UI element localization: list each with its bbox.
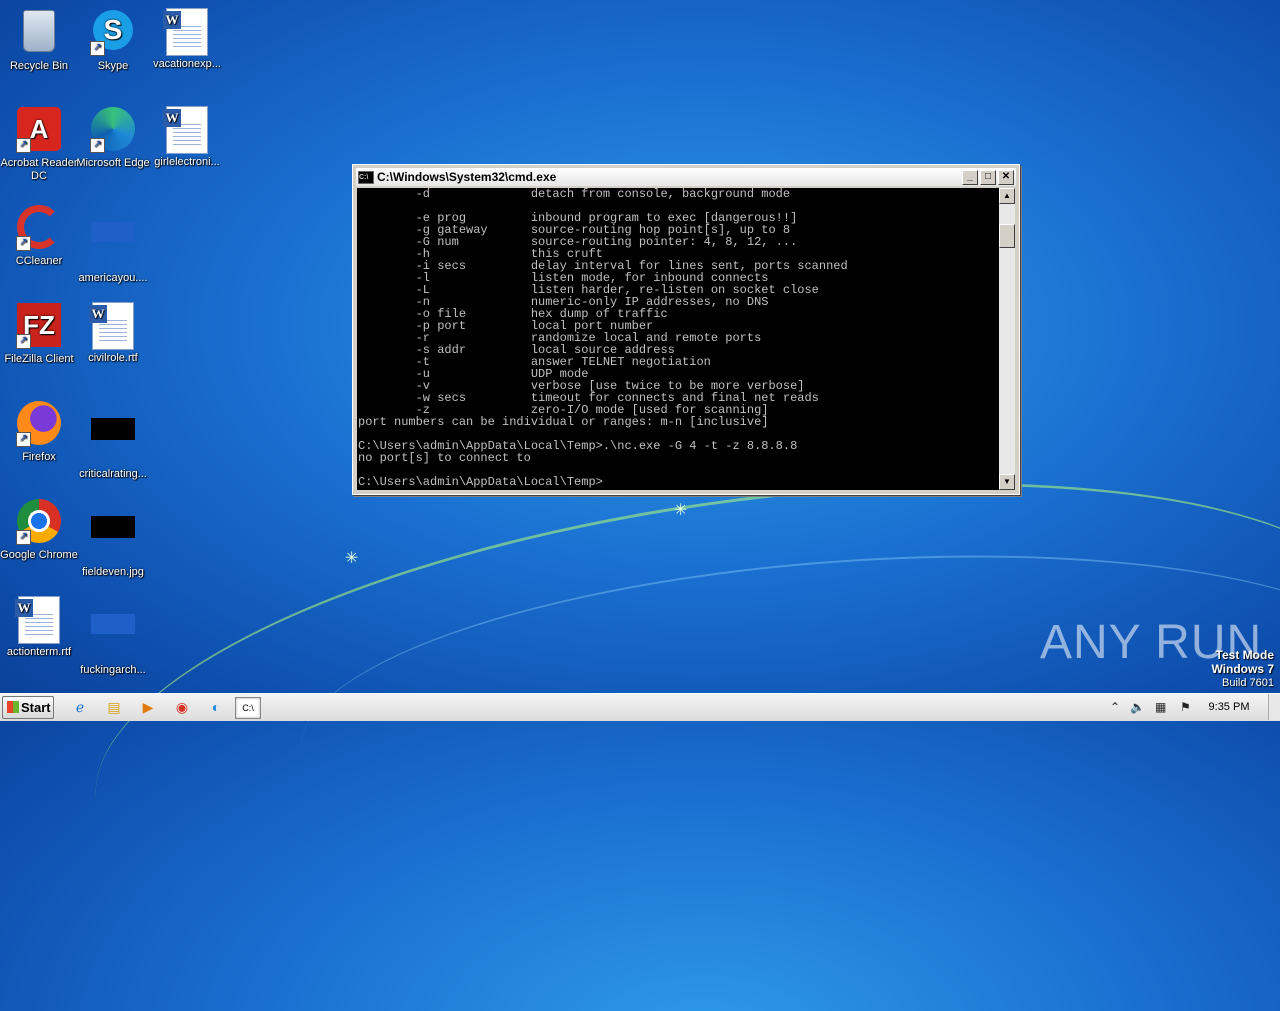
desktop-icon-label: Microsoft Edge	[76, 157, 150, 169]
desktop-icon-label: civilrole.rtf	[88, 352, 138, 364]
desktop-icon[interactable]: ↗ CCleaner	[0, 204, 78, 268]
internet-explorer-icon[interactable]: ℯ	[68, 697, 92, 717]
acrobat-icon: A ↗	[16, 107, 62, 153]
show-desktop-button[interactable]	[1268, 694, 1280, 720]
clock[interactable]: 9:35 PM	[1205, 694, 1253, 720]
desktop-icon[interactable]: criticalrating...	[74, 400, 152, 481]
cmd-window[interactable]: C:\ C:\Windows\System32\cmd.exe _ □ ✕ -d …	[352, 164, 1020, 495]
chrome-taskbar-icon[interactable]: ◉	[170, 697, 194, 717]
desktop-icon[interactable]: Wgirlelectroni...	[148, 106, 226, 169]
black-image-icon	[90, 418, 136, 464]
maximize-button[interactable]: □	[980, 170, 996, 185]
windows-logo-icon	[7, 701, 19, 713]
firefox-icon: ↗	[16, 401, 62, 447]
windows-version-line: Windows 7	[1211, 662, 1274, 676]
cmd-title: C:\Windows\System32\cmd.exe	[377, 170, 557, 184]
desktop-icon-label: criticalrating...	[79, 468, 147, 480]
scroll-down-arrow-icon[interactable]: ▼	[999, 474, 1015, 490]
desktop-icon[interactable]: ↗ Google Chrome	[0, 498, 78, 562]
media-player-icon[interactable]: ▶	[136, 697, 160, 717]
wallpaper-sparkle: ✳	[674, 502, 688, 519]
show-hidden-icons-icon[interactable]: ⌃	[1110, 697, 1120, 717]
start-button[interactable]: Start	[2, 696, 54, 719]
desktop-icon[interactable]: Wcivilrole.rtf	[74, 302, 152, 365]
desktop-icon-label: fuckingarch...	[80, 664, 146, 676]
start-label: Start	[21, 700, 51, 715]
cmd-app-icon: C:\	[358, 171, 374, 184]
network-icon[interactable]: ▦	[1155, 697, 1166, 717]
test-mode-label: Test Mode Windows 7 Build 7601	[1211, 648, 1274, 690]
desktop-icon-label: Acrobat Reader DC	[0, 157, 78, 182]
cmd-titlebar[interactable]: C:\ C:\Windows\System32\cmd.exe _ □ ✕	[356, 168, 1016, 186]
test-mode-line: Test Mode	[1215, 648, 1274, 662]
scroll-thumb[interactable]	[999, 224, 1015, 248]
build-line: Build 7601	[1222, 677, 1274, 689]
speaker-icon[interactable]: 🔈	[1130, 697, 1145, 717]
desktop-icon[interactable]: Wvacationexp...	[148, 8, 226, 71]
desktop-icon-label: Skype	[97, 60, 129, 72]
desktop-icon-label: americayou....	[78, 272, 148, 284]
file-explorer-icon[interactable]: ▤	[102, 697, 126, 717]
cmd-taskbar-icon[interactable]: C:\	[235, 697, 261, 719]
edge-icon: ↗	[90, 107, 136, 153]
desktop-icon-label: girlelectroni...	[154, 156, 220, 168]
desktop-icon-label: FileZilla Client	[4, 353, 74, 365]
desktop-icon[interactable]: Wactionterm.rtf	[0, 596, 78, 659]
desktop-icon[interactable]: ↗ Firefox	[0, 400, 78, 464]
skype-icon: S ↗	[90, 10, 136, 56]
minimize-button[interactable]: _	[962, 170, 978, 185]
desktop-icon[interactable]: Recycle Bin	[0, 8, 78, 73]
desktop-icon-label: actionterm.rtf	[6, 646, 72, 658]
vertical-scrollbar[interactable]: ▲ ▼	[999, 188, 1015, 490]
desktop-icon-label: fieldeven.jpg	[82, 566, 144, 578]
taskbar: Start ℯ ▤ ▶ ◉ ◐ C:\ ⌃ 🔈 ▦ ⚑ 9:35 PM	[0, 693, 1280, 721]
desktop-icon-label: Firefox	[22, 451, 56, 463]
chrome-icon: ↗	[16, 499, 62, 545]
desktop-icon-label: Recycle Bin	[9, 60, 69, 72]
scroll-up-arrow-icon[interactable]: ▲	[999, 188, 1015, 204]
desktop-icon-label: vacationexp...	[153, 58, 221, 70]
blank-file-icon	[90, 614, 136, 660]
desktop-icon[interactable]: A ↗ Acrobat Reader DC	[0, 106, 78, 183]
wallpaper-sparkle: ✳	[345, 550, 359, 567]
action-center-flag-icon[interactable]: ⚑	[1180, 697, 1191, 717]
black-image-icon	[90, 516, 136, 562]
word-document-icon: W	[163, 8, 210, 56]
word-document-icon: W	[89, 302, 136, 350]
console-text: -d detach from console, background mode …	[358, 188, 848, 489]
close-button[interactable]: ✕	[998, 170, 1014, 185]
edge-taskbar-icon[interactable]: ◐	[204, 697, 228, 717]
filezilla-icon: FZ ↗	[16, 303, 62, 349]
desktop-icon[interactable]: S ↗ Skype	[74, 8, 152, 73]
desktop-icon[interactable]: fuckingarch...	[74, 596, 152, 677]
desktop-icon[interactable]: FZ ↗ FileZilla Client	[0, 302, 78, 366]
word-document-icon: W	[163, 106, 210, 154]
ccleaner-icon: ↗	[16, 205, 62, 251]
desktop-icon-label: Google Chrome	[0, 549, 78, 561]
desktop-icon-label: CCleaner	[15, 255, 63, 267]
blank-file-icon	[90, 222, 136, 268]
desktop-icon[interactable]: ↗ Microsoft Edge	[74, 106, 152, 170]
desktop-icon[interactable]: fieldeven.jpg	[74, 498, 152, 579]
recycle-bin-icon	[16, 10, 62, 56]
word-document-icon: W	[15, 596, 62, 644]
console-output[interactable]: -d detach from console, background mode …	[357, 188, 999, 490]
desktop-icon[interactable]: americayou....	[74, 204, 152, 285]
